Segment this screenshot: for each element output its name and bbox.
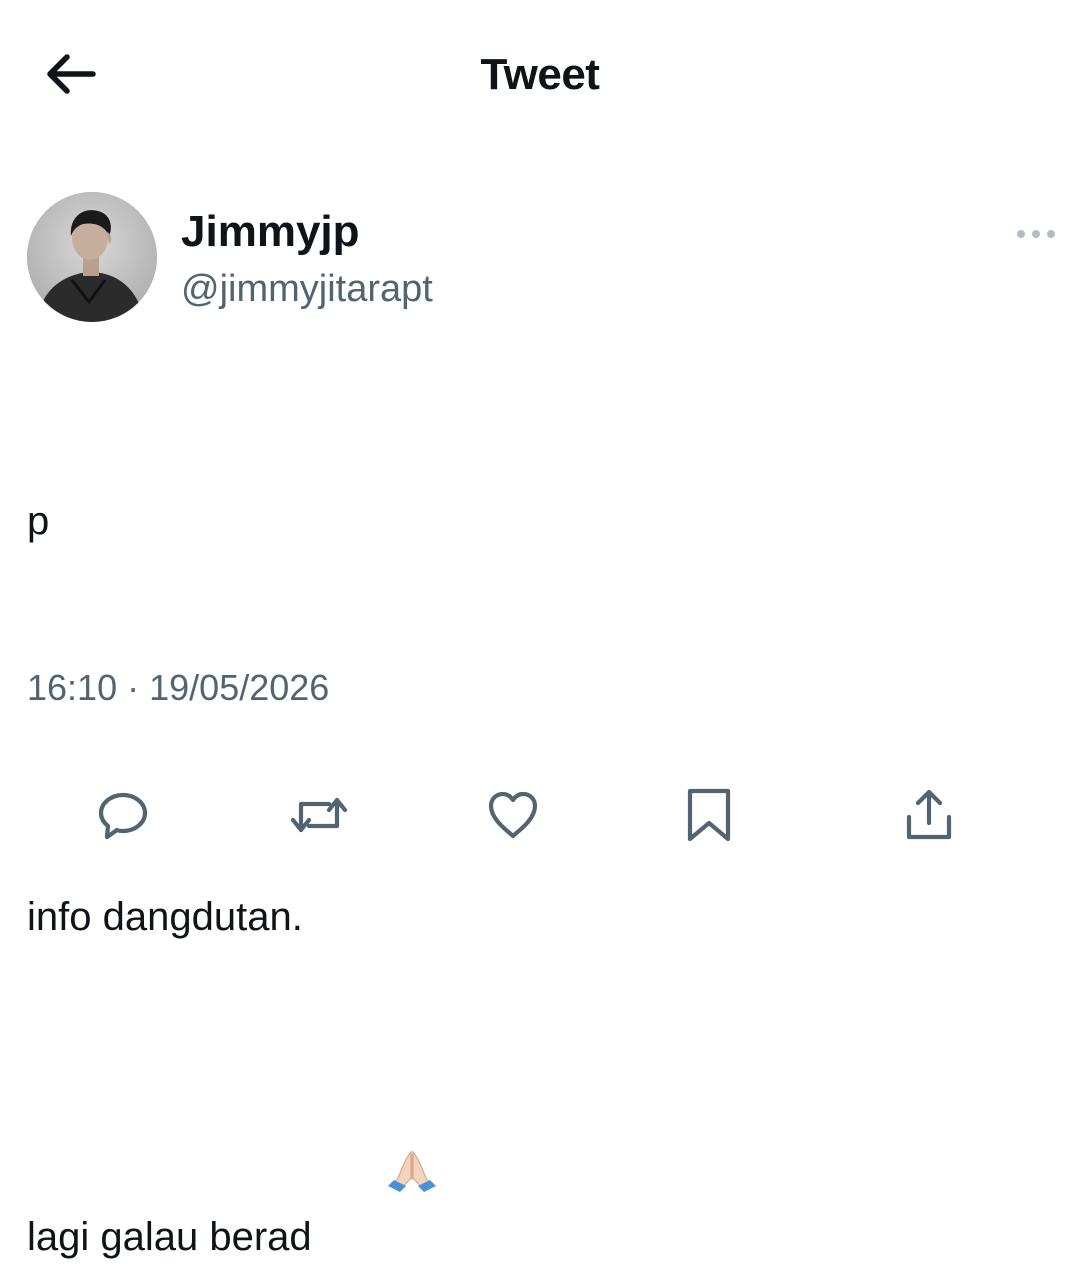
timestamp-separator: · [127, 667, 140, 708]
more-horizontal-icon [1016, 229, 1056, 239]
tweet-timestamp[interactable]: 16:10 · 19/05/2026 [27, 666, 329, 710]
share-button[interactable] [894, 780, 964, 850]
retweet-icon [289, 790, 349, 840]
reply-icon [95, 787, 151, 843]
tweet-line: info dangdutan. [27, 895, 303, 939]
avatar[interactable] [27, 192, 157, 322]
like-button[interactable] [478, 780, 548, 850]
tweet-author: Jimmyjp @jimmyjitarapt [0, 190, 1080, 325]
bookmark-button[interactable] [674, 780, 744, 850]
tweet-line: lagi galau berad [27, 1215, 312, 1259]
share-icon [901, 787, 957, 843]
retweet-button[interactable] [284, 780, 354, 850]
top-bar: Tweet [0, 0, 1080, 150]
more-options-button[interactable] [1010, 218, 1062, 250]
tweet-actions-bar [0, 780, 1080, 850]
tweet-time: 16:10 [27, 667, 118, 708]
display-name[interactable]: Jimmyjp [181, 206, 360, 258]
folded-hands-emoji [318, 1082, 441, 1280]
tweet-date: 19/05/2026 [149, 667, 330, 708]
username-handle[interactable]: @jimmyjitarapt [181, 266, 433, 312]
tweet-line: p [27, 499, 50, 543]
bookmark-icon [684, 787, 734, 843]
reply-button[interactable] [88, 780, 158, 850]
page-title: Tweet [480, 50, 600, 99]
like-icon [485, 790, 541, 840]
